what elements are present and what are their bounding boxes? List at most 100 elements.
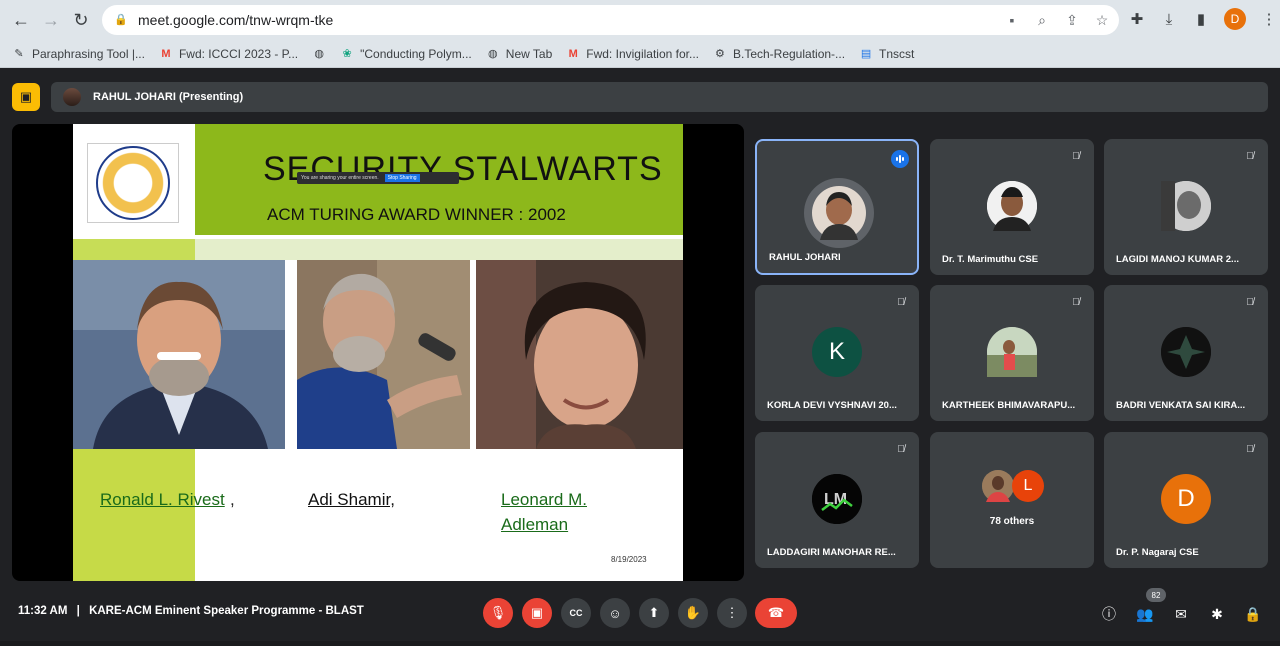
bookmark-label: B.Tech-Regulation-...: [732, 46, 846, 61]
raise-hand-icon[interactable]: ✋: [678, 598, 708, 628]
participant-name: Dr. P. Nagaraj CSE: [1116, 547, 1199, 558]
avatar-initial: K: [828, 338, 845, 365]
avatar: L: [1012, 470, 1044, 502]
participant-tile[interactable]: 🎙̸ Dr. T. Marimuthu CSE: [930, 139, 1094, 275]
bookmark-item[interactable]: ✎ Paraphrasing Tool |...: [12, 47, 145, 61]
participant-tile[interactable]: K 🎙̸ KORLA DEVI VYSHNAVI 20...: [755, 285, 919, 421]
rivest-photo: [73, 260, 285, 449]
adleman-photo: [476, 260, 683, 449]
bookmark-item[interactable]: M Fwd: Invigilation for...: [566, 47, 699, 61]
slide-footer-band: [73, 449, 195, 581]
forward-arrow-icon[interactable]: →: [36, 5, 66, 35]
people-count-badge: 82: [1146, 588, 1166, 602]
bookmarks-bar: ✎ Paraphrasing Tool |... M Fwd: ICCCI 2023…: [0, 40, 1280, 68]
mic-off-icon: 🎙̸: [1246, 150, 1254, 162]
menu-kebab-icon[interactable]: ⋮: [1260, 10, 1278, 28]
profile-avatar[interactable]: D: [1224, 8, 1246, 30]
download-icon[interactable]: ⤓: [1160, 11, 1178, 28]
camera-off-button[interactable]: ▣: [522, 598, 552, 628]
presentation-stage[interactable]: SECURITY STALWARTS You are sharing your …: [12, 124, 744, 581]
slide-date: 8/19/2023: [611, 555, 647, 564]
mic-off-icon: 🎙̸: [1072, 296, 1080, 308]
side-panel-icon[interactable]: ▮: [1192, 10, 1210, 28]
mic-off-icon: 🎙̸: [897, 296, 905, 308]
participant-tile[interactable]: 🎙̸ LAGIDI MANOJ KUMAR 2...: [1104, 139, 1268, 275]
participant-name: LADDAGIRI MANOHAR RE...: [767, 547, 896, 558]
people-icon[interactable]: 👥: [1135, 604, 1155, 624]
captions-icon[interactable]: CC: [561, 598, 591, 628]
lock-icon[interactable]: 🔒: [114, 13, 128, 27]
mic-off-icon: 🎙̸: [1246, 443, 1254, 455]
others-tile[interactable]: L 78 others: [930, 432, 1094, 568]
share-icon[interactable]: ⇪: [1063, 12, 1081, 29]
chat-icon[interactable]: ✉: [1171, 604, 1191, 624]
meeting-title: KARE-ACM Eminent Speaker Programme - BLA…: [89, 605, 364, 617]
stop-sharing-button[interactable]: Stop Sharing: [384, 174, 420, 182]
avatar-initial: D: [1177, 485, 1195, 512]
participant-tile[interactable]: LM 🎙̸ LADDAGIRI MANOHAR RE...: [755, 432, 919, 568]
address-bar[interactable]: 🔒 meet.google.com/tnw-wrqm-tke ▪ ⌕ ⇪ ☆: [102, 5, 1119, 35]
name-adleman-1: Leonard M.: [501, 490, 587, 509]
present-screen-icon[interactable]: ⬆: [639, 598, 669, 628]
participant-tile[interactable]: 🎙̸ KARTHEEK BHIMAVARAPU...: [930, 285, 1094, 421]
url-text: meet.google.com/tnw-wrqm-tke: [138, 12, 334, 28]
browser-toolbar: ← → ↻ 🔒 meet.google.com/tnw-wrqm-tke ▪ ⌕…: [0, 0, 1280, 40]
avatar: [804, 178, 874, 248]
participant-name: KORLA DEVI VYSHNAVI 20...: [767, 400, 897, 411]
university-logo: [87, 143, 179, 223]
slide: SECURITY STALWARTS You are sharing your …: [73, 124, 683, 581]
avatar: LM: [812, 474, 862, 524]
bookmark-item[interactable]: ▤ Tnscst: [859, 46, 915, 61]
extensions-icon[interactable]: ✚: [1128, 10, 1146, 28]
meeting-info: 11:32 AM | KARE-ACM Eminent Speaker Prog…: [18, 605, 364, 617]
globe-icon: ◍: [314, 48, 324, 60]
end-call-button[interactable]: ☎: [755, 598, 797, 628]
activities-icon[interactable]: ✱: [1207, 604, 1227, 624]
name-rivest: Ronald L. Rivest: [100, 490, 225, 509]
mic-off-button[interactable]: 🎙: [483, 598, 513, 628]
zoom-icon[interactable]: ⌕: [1033, 12, 1051, 29]
meeting-controls-bar: 11:32 AM | KARE-ACM Eminent Speaker Prog…: [0, 584, 1280, 646]
participant-name: KARTHEEK BHIMAVARAPU...: [942, 400, 1076, 411]
bookmark-item[interactable]: ⚙ B.Tech-Regulation-...: [713, 47, 845, 61]
avatar: D: [1161, 474, 1211, 524]
participant-name: RAHUL JOHARI: [769, 252, 841, 263]
stop-presenting-icon[interactable]: ▣: [12, 83, 40, 111]
gmail-icon: M: [568, 47, 578, 60]
bookmark-label: Paraphrasing Tool |...: [32, 46, 145, 61]
participant-name: LAGIDI MANOJ KUMAR 2...: [1116, 254, 1239, 265]
share-notice-text: You are sharing your entire screen.: [301, 175, 379, 181]
name-rivest-comma: ,: [230, 490, 235, 509]
screen-share-notice: You are sharing your entire screen. Stop…: [297, 172, 459, 184]
shamir-photo: [297, 260, 470, 449]
bookmark-item[interactable]: ❀ "Conducting Polym...: [340, 47, 472, 61]
bookmark-item[interactable]: ◍: [312, 47, 326, 61]
meeting-separator: |: [76, 605, 80, 617]
feather-icon: ✎: [14, 48, 24, 60]
emoji-icon[interactable]: ☺: [600, 598, 630, 628]
host-controls-icon[interactable]: 🔒: [1243, 604, 1263, 624]
globe-icon: ◍: [487, 48, 498, 60]
presenter-pill[interactable]: RAHUL JOHARI (Presenting): [51, 82, 1268, 112]
star-icon[interactable]: ☆: [1093, 12, 1111, 29]
bookmark-label: Tnscst: [879, 46, 915, 61]
participant-tile[interactable]: RAHUL JOHARI: [755, 139, 919, 275]
more-options-icon[interactable]: ⋮: [717, 598, 747, 628]
bookmark-label: "Conducting Polym...: [360, 46, 472, 61]
participant-tile[interactable]: D 🎙̸ Dr. P. Nagaraj CSE: [1104, 432, 1268, 568]
avatar: K: [812, 327, 862, 377]
reload-icon[interactable]: ↻: [66, 5, 96, 35]
mic-off-icon: 🎙̸: [1246, 296, 1254, 308]
doc-icon: ▤: [860, 48, 872, 60]
avatar: [1161, 327, 1211, 377]
meeting-info-icon[interactable]: ⓘ: [1099, 604, 1119, 624]
others-count-label: 78 others: [989, 516, 1035, 527]
mic-off-icon: 🎙̸: [1072, 150, 1080, 162]
bookmark-item[interactable]: ◍ New Tab: [486, 47, 552, 61]
taskbar-edge: [0, 641, 1280, 646]
camera-icon[interactable]: ▪: [1003, 12, 1021, 28]
participant-tile[interactable]: 🎙̸ BADRI VENKATA SAI KIRA...: [1104, 285, 1268, 421]
bookmark-item[interactable]: M Fwd: ICCCI 2023 - P...: [159, 47, 298, 61]
back-arrow-icon[interactable]: ←: [6, 5, 36, 35]
bookmark-label: New Tab: [505, 46, 553, 61]
